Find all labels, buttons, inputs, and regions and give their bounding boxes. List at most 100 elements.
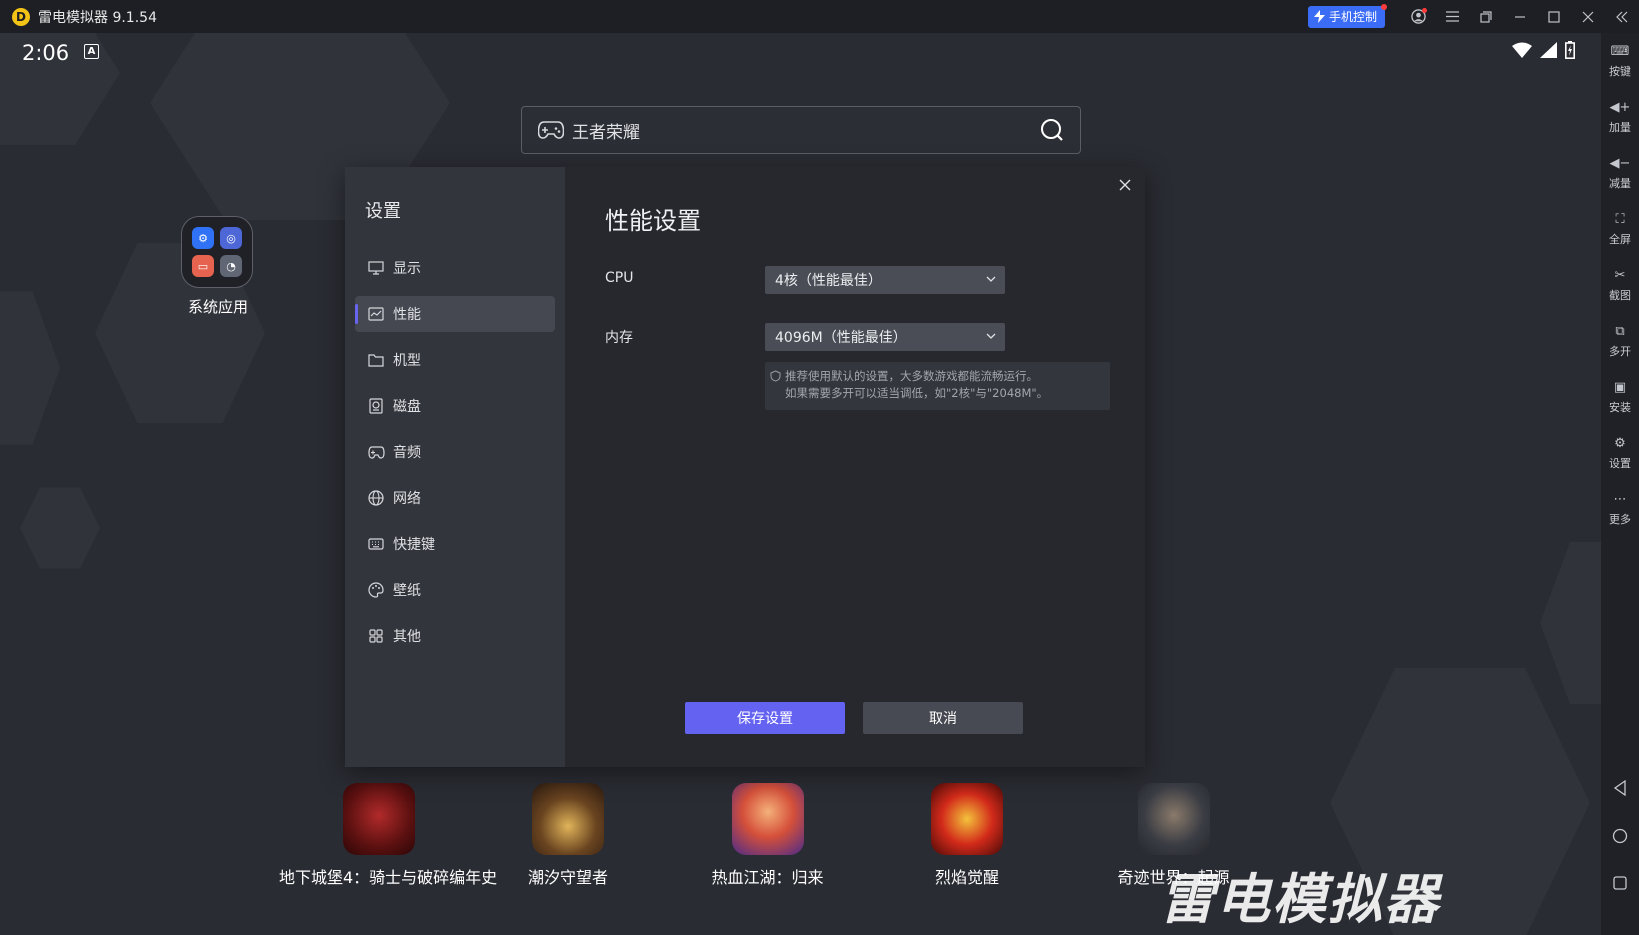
save-settings-button[interactable]: 保存设置	[685, 702, 845, 734]
settings-nav-other[interactable]: 其他	[355, 618, 555, 654]
browser-app-icon: ◎	[220, 227, 242, 249]
memory-select-value: 4096M（性能最佳）	[775, 330, 907, 346]
settings-nav-network[interactable]: 网络	[355, 480, 555, 516]
palette-icon	[367, 581, 385, 599]
nav-label: 快捷键	[393, 537, 435, 553]
multi-window-icon: ⧉	[1615, 324, 1625, 339]
multi-instance-button[interactable]: ⧉ 多开	[1601, 313, 1639, 369]
settings-button[interactable]: ⚙ 设置	[1601, 425, 1639, 481]
nav-label: 音频	[393, 445, 421, 461]
nav-label: 壁纸	[393, 583, 421, 599]
flame-awakening-app-icon	[931, 783, 1003, 855]
grid-icon	[367, 627, 385, 645]
app-hot-blood-jianghu[interactable]: 热血江湖：归来	[705, 783, 830, 888]
app-tide-watcher[interactable]: 潮汐守望者	[518, 783, 618, 888]
settings-sidebar: 设置 显示 性能 机型 磁盘 音频 网络 快捷键 壁纸 其他	[345, 167, 565, 767]
menu-icon[interactable]	[1435, 0, 1469, 33]
back-icon[interactable]	[1601, 780, 1639, 796]
system-apps-label: 系统应用	[187, 298, 248, 316]
scissors-icon: ✂	[1614, 268, 1626, 283]
status-time: 2:06	[22, 41, 70, 65]
gamepad-icon	[367, 443, 385, 461]
phone-control-button[interactable]: 手机控制	[1307, 3, 1387, 28]
monitor-icon	[367, 259, 385, 277]
globe-icon	[367, 489, 385, 507]
cpu-label: CPU	[605, 270, 634, 286]
title-bar: D 雷电模拟器 9.1.54 手机控制	[0, 0, 1639, 33]
gamepad-icon	[538, 120, 564, 140]
collapse-sidebar-icon[interactable]	[1605, 0, 1639, 33]
maximize-icon[interactable]	[1537, 0, 1571, 33]
nav-label: 性能	[393, 307, 421, 323]
background-hexagon	[1540, 542, 1601, 704]
app-label: 潮汐守望者	[527, 868, 608, 887]
cancel-button[interactable]: 取消	[863, 702, 1023, 734]
more-button[interactable]: ⋯ 更多	[1601, 481, 1639, 537]
close-window-icon[interactable]	[1571, 0, 1605, 33]
home-icon[interactable]	[1601, 828, 1639, 844]
right-toolbar: ⌨ 按键 ◀+ 加量 ◀− 减量 ⛶ 全屏 ✂ 截图 ⧉ 多开 ▣ 安装 ⚙ 设置 ⋯ 更多	[1601, 33, 1639, 935]
app-label: 地下城堡4：骑士与破碎编年史	[279, 868, 498, 887]
cpu-select-value: 4核（性能最佳）	[775, 273, 882, 289]
settings-nav-shortcuts[interactable]: 快捷键	[355, 526, 555, 562]
status-icons	[1512, 41, 1575, 59]
close-icon[interactable]	[1115, 175, 1135, 195]
fullscreen-icon: ⛶	[1615, 212, 1625, 227]
folder-icon: ⚙ ◎ ▭ ◔	[181, 216, 253, 288]
phone-control-label: 手机控制	[1328, 10, 1377, 24]
app-label: 烈焰觉醒	[934, 868, 999, 887]
keymap-button[interactable]: ⌨ 按键	[1601, 33, 1639, 89]
keyboard-badge: A	[84, 44, 99, 59]
nav-label: 机型	[393, 353, 421, 369]
settings-nav-model[interactable]: 机型	[355, 342, 555, 378]
hint-line-1: 推荐使用默认的设置，大多数游戏都能流畅运行。	[785, 369, 1038, 383]
system-apps-folder[interactable]: ⚙ ◎ ▭ ◔ 系统应用	[181, 216, 255, 317]
keyboard-icon	[367, 535, 385, 553]
settings-nav-performance[interactable]: 性能	[355, 296, 555, 332]
settings-nav-display[interactable]: 显示	[355, 250, 555, 286]
contacts-app-icon: ◔	[220, 255, 242, 277]
hint-line-2: 如果需要多开可以适当调低，如"2核"与"2048M"。	[785, 386, 1049, 400]
miracle-world-app-icon	[1137, 783, 1210, 855]
volume-up-button[interactable]: ◀+ 加量	[1601, 89, 1639, 145]
notification-dot	[1381, 3, 1387, 10]
restore-window-icon[interactable]	[1469, 0, 1503, 33]
install-apk-button[interactable]: ▣ 安装	[1601, 369, 1639, 425]
recent-apps-icon[interactable]	[1601, 876, 1639, 890]
performance-hint: 推荐使用默认的设置，大多数游戏都能流畅运行。 如果需要多开可以适当调低，如"2核…	[765, 362, 1110, 410]
fullscreen-button[interactable]: ⛶ 全屏	[1601, 201, 1639, 257]
settings-sidebar-title: 设置	[365, 201, 401, 222]
cpu-select[interactable]: 4核（性能最佳）	[765, 266, 1005, 294]
account-notification-dot	[1422, 8, 1427, 13]
background-hexagon	[20, 487, 100, 569]
volume-down-button[interactable]: ◀− 减量	[1601, 145, 1639, 201]
settings-app-icon: ⚙	[192, 227, 214, 249]
app-flame-awakening[interactable]: 烈焰觉醒	[922, 783, 1012, 888]
memory-label: 内存	[605, 330, 633, 346]
screenshot-button[interactable]: ✂ 截图	[1601, 257, 1639, 313]
search-input[interactable]: 王者荣耀	[572, 118, 1038, 143]
dungeon-castle-app-icon	[343, 783, 415, 855]
search-icon[interactable]	[1038, 116, 1066, 144]
nav-label: 磁盘	[393, 399, 421, 415]
app-logo-icon: D	[12, 7, 30, 26]
more-icon: ⋯	[1613, 492, 1627, 507]
search-bar[interactable]: 王者荣耀	[521, 106, 1081, 154]
nav-label: 网络	[393, 491, 421, 507]
app-dungeon-castle[interactable]: 地下城堡4：骑士与破碎编年史	[279, 783, 498, 888]
minimize-icon[interactable]	[1503, 0, 1537, 33]
settings-dialog: 设置 显示 性能 机型 磁盘 音频 网络 快捷键 壁纸 其他 性能设置 CPU …	[345, 167, 1145, 767]
performance-icon	[367, 305, 385, 323]
signal-icon	[1540, 42, 1557, 58]
settings-nav-audio[interactable]: 音频	[355, 434, 555, 470]
chevron-down-icon	[986, 276, 996, 282]
gallery-app-icon: ▭	[192, 255, 214, 277]
settings-nav-wallpaper[interactable]: 壁纸	[355, 572, 555, 608]
chevron-down-icon	[986, 333, 996, 339]
nav-label: 其他	[393, 629, 421, 645]
account-icon[interactable]	[1401, 0, 1435, 33]
background-hexagon	[0, 291, 60, 445]
settings-nav-disk[interactable]: 磁盘	[355, 388, 555, 424]
memory-select[interactable]: 4096M（性能最佳）	[765, 323, 1005, 351]
battery-icon	[1565, 41, 1575, 59]
